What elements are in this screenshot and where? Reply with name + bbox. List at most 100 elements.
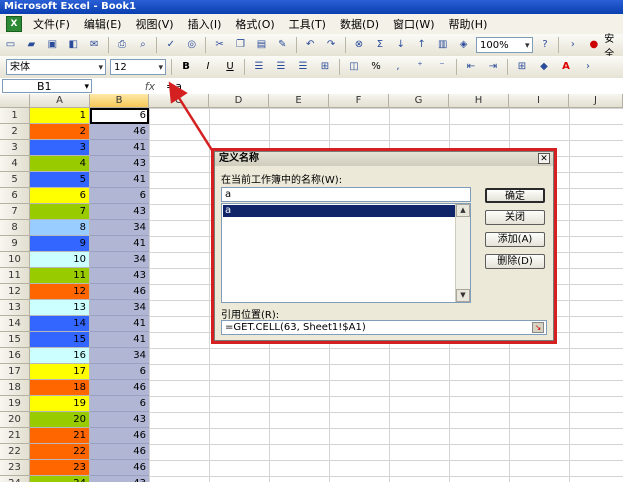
cell-a[interactable]: 22 [30,444,90,460]
cell-a[interactable]: 21 [30,428,90,444]
row-header[interactable]: 11 [0,268,30,284]
row-header[interactable]: 22 [0,444,30,460]
cell-b[interactable]: 6 [90,108,149,124]
cell-b[interactable]: 46 [90,380,149,396]
menu-view[interactable]: 视图(V) [128,16,180,32]
cell-b[interactable]: 43 [90,476,149,482]
cut-icon[interactable]: ✂ [211,36,228,54]
column-header[interactable]: A [30,94,90,108]
name-input[interactable]: a [221,187,471,202]
percent-button[interactable]: % [367,58,385,76]
row-header[interactable]: 5 [0,172,30,188]
cell-a[interactable]: 13 [30,300,90,316]
menu-window[interactable]: 窗口(W) [386,16,441,32]
comma-style-icon[interactable]: , [389,58,407,76]
row-header[interactable]: 8 [0,220,30,236]
select-all-corner[interactable] [0,94,30,108]
menu-tools[interactable]: 工具(T) [282,16,333,32]
refers-to-input[interactable]: =GET.CELL(63, Sheet1!$A1) ↘ [221,320,547,335]
menu-help[interactable]: 帮助(H) [442,16,495,32]
row-header[interactable]: 7 [0,204,30,220]
row-header[interactable]: 14 [0,316,30,332]
align-center-icon[interactable]: ☰ [272,58,290,76]
zoom-select[interactable]: 100% [476,37,533,54]
menu-edit[interactable]: 编辑(E) [77,16,129,32]
row-header[interactable]: 3 [0,140,30,156]
cell-a[interactable]: 1 [30,108,90,124]
chart-wizard-icon[interactable]: ▥ [434,36,451,54]
name-box[interactable]: B1 ▾ [2,79,92,93]
cell-a[interactable]: 5 [30,172,90,188]
toolbar-options-icon[interactable]: › [579,58,597,76]
borders-icon[interactable]: ⊞ [513,58,531,76]
align-left-icon[interactable]: ☰ [250,58,268,76]
decrease-indent-icon[interactable]: ⇤ [462,58,480,76]
row-header[interactable]: 4 [0,156,30,172]
cell-b[interactable]: 46 [90,444,149,460]
increase-indent-icon[interactable]: ⇥ [484,58,502,76]
collapse-dialog-icon[interactable]: ↘ [532,322,544,333]
open-icon[interactable]: ▰ [23,36,40,54]
cell-b[interactable]: 41 [90,332,149,348]
cell-a[interactable]: 3 [30,140,90,156]
font-color-icon[interactable]: A [557,58,575,76]
cell-b[interactable]: 6 [90,188,149,204]
list-item[interactable]: a [223,205,455,217]
cell-b[interactable]: 34 [90,220,149,236]
cell-a[interactable]: 20 [30,412,90,428]
cell-b[interactable]: 46 [90,124,149,140]
add-button[interactable]: 添加(A) [485,232,545,247]
column-header[interactable]: I [509,94,569,108]
scroll-up-icon[interactable]: ▲ [456,204,470,217]
column-header[interactable]: J [569,94,623,108]
row-header[interactable]: 12 [0,284,30,300]
cell-a[interactable]: 11 [30,268,90,284]
row-header[interactable]: 24 [0,476,30,482]
print-preview-icon[interactable]: ⌕ [134,36,151,54]
cell-a[interactable]: 24 [30,476,90,482]
cell-a[interactable]: 6 [30,188,90,204]
cell-b[interactable]: 43 [90,412,149,428]
bold-button[interactable]: B [177,58,195,76]
sort-ascending-icon[interactable]: ↓ [392,36,409,54]
cell-a[interactable]: 16 [30,348,90,364]
cell-b[interactable]: 46 [90,428,149,444]
row-header[interactable]: 2 [0,124,30,140]
row-header[interactable]: 21 [0,428,30,444]
column-header[interactable]: F [329,94,389,108]
print-icon[interactable]: ⎙ [114,36,131,54]
column-header[interactable]: C [149,94,209,108]
row-header[interactable]: 18 [0,380,30,396]
italic-button[interactable]: I [199,58,217,76]
column-header[interactable]: D [209,94,269,108]
fill-color-icon[interactable]: ◆ [535,58,553,76]
align-right-icon[interactable]: ☰ [294,58,312,76]
cell-b[interactable]: 43 [90,268,149,284]
excel-icon[interactable]: X [6,16,22,32]
row-header[interactable]: 1 [0,108,30,124]
cell-a[interactable]: 12 [30,284,90,300]
save-icon[interactable]: ▣ [44,36,61,54]
copy-icon[interactable]: ❐ [232,36,249,54]
close-icon[interactable]: ✕ [538,153,550,164]
cell-b[interactable]: 43 [90,204,149,220]
new-icon[interactable]: ▭ [2,36,19,54]
hyperlink-icon[interactable]: ⊗ [351,36,368,54]
row-header[interactable]: 17 [0,364,30,380]
increase-decimal-icon[interactable]: ⁺ [411,58,429,76]
row-header[interactable]: 20 [0,412,30,428]
underline-button[interactable]: U [221,58,239,76]
cell-a[interactable]: 4 [30,156,90,172]
cell-a[interactable]: 14 [30,316,90,332]
research-icon[interactable]: ◎ [183,36,200,54]
cell-a[interactable]: 19 [30,396,90,412]
drawing-icon[interactable]: ◈ [455,36,472,54]
autosum-icon[interactable]: Σ [371,36,388,54]
font-select[interactable]: 宋体 [6,59,106,76]
scroll-down-icon[interactable]: ▼ [456,289,470,302]
cell-b[interactable]: 41 [90,172,149,188]
insert-function-button[interactable]: fx [140,80,160,93]
row-header[interactable]: 10 [0,252,30,268]
menu-data[interactable]: 数据(D) [333,16,386,32]
row-header[interactable]: 13 [0,300,30,316]
